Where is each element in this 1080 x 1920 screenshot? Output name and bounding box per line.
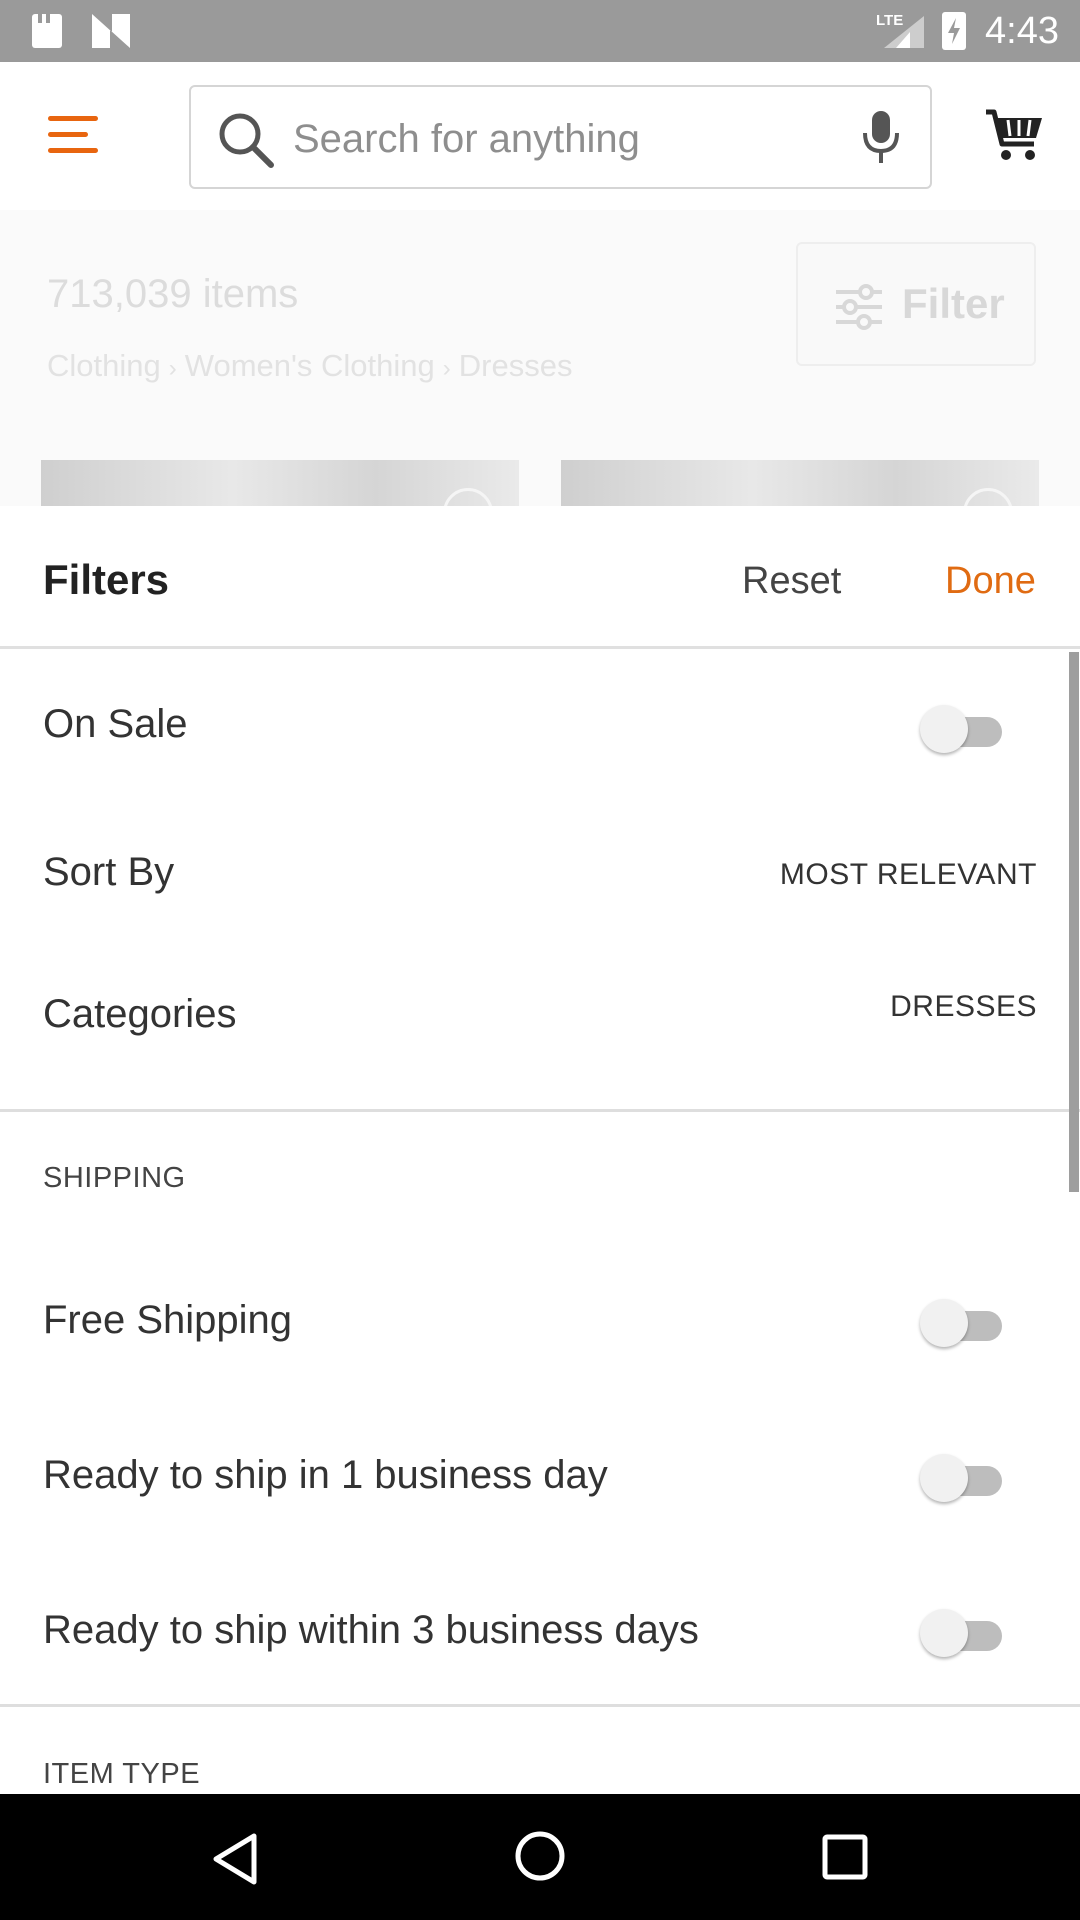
product-image <box>561 460 1039 506</box>
sort-by-value: MOST RELEVANT <box>779 858 1037 891</box>
search-input[interactable] <box>293 111 813 167</box>
sd-card-icon <box>32 14 62 48</box>
ship-1-day-toggle[interactable] <box>920 1451 1004 1505</box>
categories-row[interactable]: Categories DRESSES <box>0 940 1080 1090</box>
sort-by-row[interactable]: Sort By MOST RELEVANT <box>0 800 1080 940</box>
on-sale-label: On Sale <box>43 702 188 746</box>
home-icon[interactable] <box>514 1830 566 1882</box>
ship-3-days-toggle[interactable] <box>920 1606 1004 1660</box>
chevron-right-icon: › <box>168 355 177 382</box>
on-sale-row[interactable]: On Sale <box>0 652 1080 800</box>
microphone-icon[interactable] <box>861 109 901 167</box>
search-icon <box>219 113 274 168</box>
filters-panel: Filters Reset Done On Sale Sort By MOST … <box>0 506 1080 1794</box>
filter-button: Filter <box>796 242 1036 366</box>
search-bar[interactable] <box>189 85 932 189</box>
signal-icon <box>884 16 924 48</box>
battery-icon <box>942 12 966 50</box>
filters-header: Filters Reset Done <box>0 506 1080 649</box>
ship-3-days-label: Ready to ship within 3 business days <box>43 1608 699 1652</box>
filter-button-label: Filter <box>902 280 1005 327</box>
navigation-bar <box>0 1794 1080 1920</box>
ship-1-day-row[interactable]: Ready to ship in 1 business day <box>0 1401 1080 1551</box>
free-shipping-row[interactable]: Free Shipping <box>0 1246 1080 1396</box>
filters-title: Filters <box>43 556 170 603</box>
divider <box>0 1109 1080 1112</box>
ship-1-day-label: Ready to ship in 1 business day <box>43 1453 608 1497</box>
results-count: 713,039 items <box>47 272 299 316</box>
categories-label: Categories <box>43 992 237 1036</box>
free-shipping-label: Free Shipping <box>43 1298 293 1342</box>
ship-3-days-row[interactable]: Ready to ship within 3 business days <box>0 1556 1080 1706</box>
done-button[interactable]: Done <box>945 560 1036 603</box>
sliders-icon <box>836 284 882 330</box>
chevron-right-icon: › <box>442 355 451 382</box>
cart-icon[interactable] <box>984 106 1044 164</box>
recents-icon[interactable] <box>822 1834 868 1880</box>
reset-button[interactable]: Reset <box>742 560 841 603</box>
on-sale-toggle[interactable] <box>920 702 1004 756</box>
shipping-section-heading: SHIPPING <box>43 1162 186 1194</box>
divider <box>0 1704 1080 1707</box>
product-image <box>41 460 519 506</box>
heart-icon <box>443 488 493 506</box>
item-type-section-heading: ITEM TYPE <box>43 1758 201 1790</box>
free-shipping-toggle[interactable] <box>920 1296 1004 1350</box>
scrollbar[interactable] <box>1069 652 1079 1192</box>
breadcrumb-item: Dresses <box>458 348 573 383</box>
categories-value: DRESSES <box>890 990 1037 1023</box>
breadcrumb: Clothing › Women's Clothing › Dresses <box>47 348 572 384</box>
notification-n-icon <box>92 14 130 48</box>
app-header <box>0 62 1080 210</box>
sort-by-label: Sort By <box>43 850 175 894</box>
breadcrumb-item: Women's Clothing <box>184 348 435 383</box>
heart-icon <box>963 488 1013 506</box>
clock: 4:43 <box>985 10 1059 52</box>
hamburger-menu-icon[interactable] <box>48 114 98 154</box>
back-icon[interactable] <box>210 1832 260 1886</box>
results-background: 713,039 items Clothing › Women's Clothing ›… <box>0 210 1080 506</box>
breadcrumb-item: Clothing <box>47 348 161 383</box>
status-bar: LTE 4:43 <box>0 0 1080 62</box>
